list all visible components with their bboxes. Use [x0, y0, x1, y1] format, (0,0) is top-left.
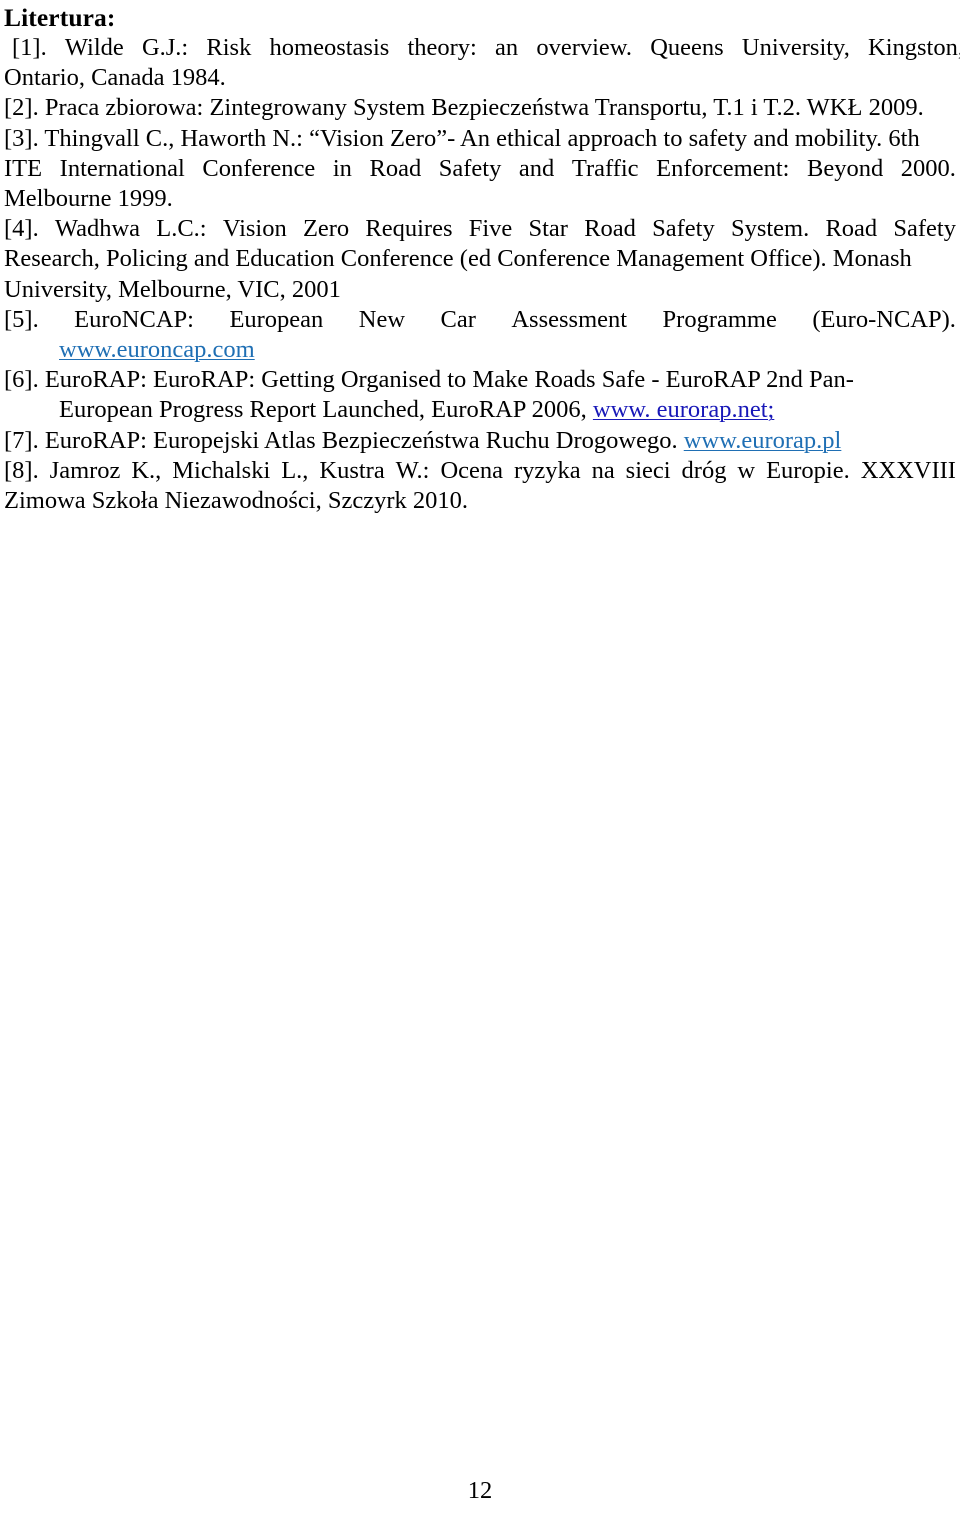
text-token: in: [332, 154, 352, 182]
page-number: 12: [467, 1477, 493, 1504]
text-token: Conference: [202, 154, 316, 182]
reference-text: [6]. EuroRAP: EuroRAP: Getting Organised…: [4, 366, 854, 394]
text-token: Programme: [662, 305, 777, 333]
reference-list: [1]. Wilde G.J.: Risk homeostasis theory: an ov…: [4, 33, 960, 516]
reference-text: Research, Policing and Education Confere…: [4, 245, 912, 273]
text-token: [1].: [12, 34, 47, 61]
text-token: Jamroz: [49, 456, 121, 484]
reference-line: [4]. Wadhwa L.C.: Vision Zero Requires Five Sta…: [4, 214, 956, 244]
text-token: New: [358, 305, 406, 333]
text-token: Europie.: [766, 456, 850, 484]
text-token: Safety: [438, 154, 502, 182]
reference-line: [7]. EuroRAP: Europejski Atlas Bezpiecze…: [4, 426, 955, 456]
text-token: and: [518, 154, 555, 182]
text-token: L.C.:: [156, 215, 207, 243]
text-token: Wadhwa: [54, 215, 141, 243]
text-token: Car: [440, 305, 476, 333]
text-token: Road: [825, 215, 878, 243]
text-token: Queens: [650, 34, 724, 61]
reference-line: European Progress Report Launched, EuroR…: [4, 395, 955, 425]
reference-line: [3]. Thingvall C., Haworth N.: “Vision Z…: [4, 124, 955, 154]
text-token: theory:: [407, 34, 477, 61]
reference-text: [3]. Thingvall C., Haworth N.: “Vision Z…: [4, 124, 920, 152]
text-token: Zero: [302, 215, 350, 243]
text-token: [8].: [4, 456, 39, 484]
reference-entry: [7]. EuroRAP: Europejski Atlas Bezpiecze…: [4, 426, 955, 456]
text-token: Vision: [222, 215, 287, 243]
reference-line: Research, Policing and Education Confere…: [4, 244, 955, 274]
text-token: Assessment: [511, 305, 628, 333]
text-token: XXXVIII: [860, 456, 956, 484]
text-token: EuroNCAP:: [74, 305, 194, 333]
text-token: Road: [369, 154, 422, 182]
reference-line: Melbourne 1999.: [4, 184, 955, 214]
text-token: Enforcement:: [656, 154, 790, 182]
reference-line: [8]. Jamroz K., Michalski L., Kustra W.: Ocena r…: [4, 456, 956, 486]
text-token: na: [591, 456, 615, 484]
reference-entry: [5]. EuroNCAP: European New Car Assessment Pro…: [4, 305, 956, 365]
text-token: W.:: [395, 456, 430, 484]
text-token: Beyond: [807, 154, 884, 182]
reference-line: [2]. Praca zbiorowa: Zintegrowany System…: [4, 93, 955, 123]
text-token: homeostasis: [269, 34, 390, 61]
text-token: Risk: [206, 34, 252, 61]
text-token: System.: [730, 215, 810, 243]
text-token: ITE: [4, 154, 43, 182]
text-token: (Euro-NCAP).: [812, 305, 956, 333]
reference-entry: [8]. Jamroz K., Michalski L., Kustra W.: Ocena r…: [4, 456, 956, 516]
reference-text: Ontario, Canada 1984.: [4, 64, 226, 92]
reference-line: [1]. Wilde G.J.: Risk homeostasis theory: an ov…: [4, 33, 960, 63]
text-token: w: [737, 456, 756, 484]
reference-text: Zimowa Szkoła Niezawodności, Szczyrk 201…: [4, 487, 469, 515]
reference-line: [6]. EuroRAP: EuroRAP: Getting Organised…: [4, 365, 955, 395]
text-token: Road: [584, 215, 636, 243]
text-token: Star: [528, 215, 568, 243]
text-token: Traffic: [571, 154, 639, 182]
text-token: European: [229, 305, 324, 333]
reference-text: Melbourne 1999.: [4, 185, 173, 213]
reference-line: [5]. EuroNCAP: European New Car Assessment Pro…: [4, 305, 956, 335]
page-title: Litertura:: [4, 3, 116, 32]
reference-text: [7]. EuroRAP: Europejski Atlas Bezpiecze…: [4, 426, 684, 454]
reference-entry: [3]. Thingvall C., Haworth N.: “Vision Z…: [4, 124, 956, 215]
text-token: ryzyka: [513, 456, 581, 484]
text-token: overview.: [536, 34, 633, 61]
text-token: [5].: [4, 305, 39, 333]
reference-line: Ontario, Canada 1984.: [4, 63, 955, 93]
text-token: Kustra: [319, 456, 385, 484]
text-token: Wilde: [64, 34, 124, 61]
reference-line: Zimowa Szkoła Niezawodności, Szczyrk 201…: [4, 486, 955, 516]
reference-text: European Progress Report Launched, EuroR…: [59, 396, 593, 424]
text-token: K.,: [131, 456, 162, 484]
text-token: dróg: [681, 456, 727, 484]
text-token: Safety: [652, 215, 715, 243]
reference-entry: [4]. Wadhwa L.C.: Vision Zero Requires Five Sta…: [4, 214, 956, 305]
text-token: Michalski: [172, 456, 271, 484]
reference-line: www.euroncap.com: [4, 335, 955, 365]
reference-line: University, Melbourne, VIC, 2001: [4, 275, 955, 305]
reference-line: ITE International Conference in Road Safety an…: [4, 154, 956, 184]
text-token: sieci: [625, 456, 671, 484]
text-token: Requires: [365, 215, 453, 243]
reference-entry: [6]. EuroRAP: EuroRAP: Getting Organised…: [4, 365, 955, 425]
document-page: Litertura: [1]. Wilde G.J.: Risk homeostasis…: [0, 0, 960, 1513]
external-link[interactable]: www.euroncap.com: [59, 336, 255, 363]
text-token: University,: [741, 34, 850, 61]
text-token: Safety: [893, 215, 956, 243]
reference-entry: [1]. Wilde G.J.: Risk homeostasis theory: an ov…: [4, 33, 960, 93]
text-token: an: [495, 34, 519, 61]
reference-text: University, Melbourne, VIC, 2001: [4, 275, 341, 303]
text-token: 2000.: [900, 154, 956, 182]
text-token: Kingston,: [868, 34, 960, 61]
text-token: Five: [468, 215, 513, 243]
external-link[interactable]: www.eurorap.pl: [684, 427, 842, 454]
text-token: [4].: [4, 215, 39, 243]
text-token: G.J.:: [141, 34, 189, 61]
text-token: Ocena: [440, 456, 504, 484]
external-link[interactable]: www. eurorap.net;: [593, 396, 774, 423]
reference-text: [2]. Praca zbiorowa: Zintegrowany System…: [4, 94, 924, 122]
text-token: International: [59, 154, 185, 182]
reference-entry: [2]. Praca zbiorowa: Zintegrowany System…: [4, 93, 955, 123]
text-token: L.,: [281, 456, 309, 484]
